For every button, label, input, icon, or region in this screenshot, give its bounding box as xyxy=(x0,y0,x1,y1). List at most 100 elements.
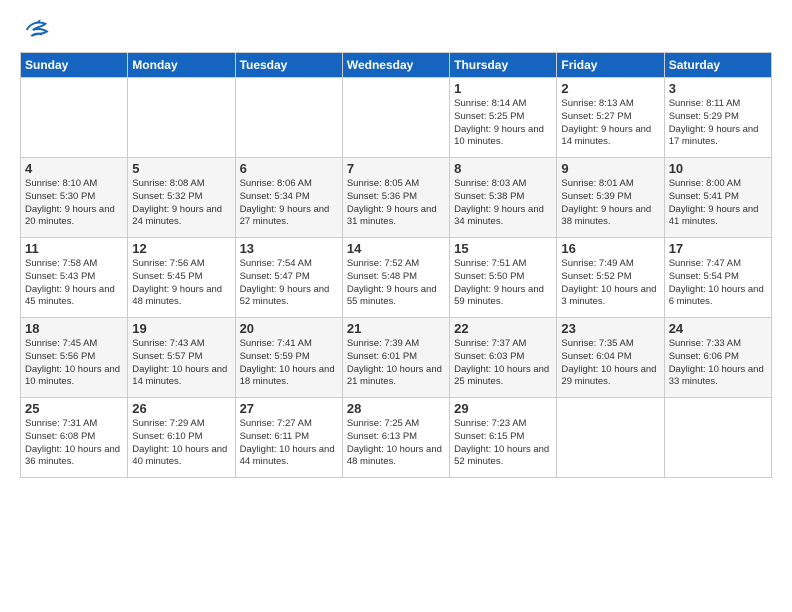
day-number: 23 xyxy=(561,321,659,336)
day-number: 18 xyxy=(25,321,123,336)
week-row-2: 4 Sunrise: 8:10 AM Sunset: 5:30 PM Daylig… xyxy=(21,158,772,238)
day-info: Sunrise: 7:58 AM Sunset: 5:43 PM Dayligh… xyxy=(25,258,123,309)
day-number: 24 xyxy=(669,321,767,336)
calendar-cell xyxy=(557,398,664,478)
day-info: Sunrise: 8:13 AM Sunset: 5:27 PM Dayligh… xyxy=(561,98,659,149)
day-number: 27 xyxy=(240,401,338,416)
day-number: 19 xyxy=(132,321,230,336)
calendar-cell: 4 Sunrise: 8:10 AM Sunset: 5:30 PM Daylig… xyxy=(21,158,128,238)
day-number: 21 xyxy=(347,321,445,336)
day-number: 11 xyxy=(25,241,123,256)
calendar-cell: 2 Sunrise: 8:13 AM Sunset: 5:27 PM Daylig… xyxy=(557,78,664,158)
day-info: Sunrise: 8:14 AM Sunset: 5:25 PM Dayligh… xyxy=(454,98,552,149)
calendar-cell: 26 Sunrise: 7:29 AM Sunset: 6:10 PM Dayli… xyxy=(128,398,235,478)
day-info: Sunrise: 7:33 AM Sunset: 6:06 PM Dayligh… xyxy=(669,338,767,389)
day-info: Sunrise: 8:03 AM Sunset: 5:38 PM Dayligh… xyxy=(454,178,552,229)
day-info: Sunrise: 7:45 AM Sunset: 5:56 PM Dayligh… xyxy=(25,338,123,389)
calendar-cell: 6 Sunrise: 8:06 AM Sunset: 5:34 PM Daylig… xyxy=(235,158,342,238)
calendar-header: SundayMondayTuesdayWednesdayThursdayFrid… xyxy=(21,53,772,78)
day-number: 10 xyxy=(669,161,767,176)
calendar-cell xyxy=(235,78,342,158)
day-number: 4 xyxy=(25,161,123,176)
calendar-table: SundayMondayTuesdayWednesdayThursdayFrid… xyxy=(20,52,772,478)
calendar-cell: 3Sunrise: 8:11 AM Sunset: 5:29 PM Daylig… xyxy=(664,78,771,158)
calendar-body: 1 Sunrise: 8:14 AM Sunset: 5:25 PM Daylig… xyxy=(21,78,772,478)
day-number: 8 xyxy=(454,161,552,176)
day-info: Sunrise: 7:54 AM Sunset: 5:47 PM Dayligh… xyxy=(240,258,338,309)
day-info: Sunrise: 7:29 AM Sunset: 6:10 PM Dayligh… xyxy=(132,418,230,469)
day-number: 22 xyxy=(454,321,552,336)
day-number: 14 xyxy=(347,241,445,256)
day-info: Sunrise: 8:06 AM Sunset: 5:34 PM Dayligh… xyxy=(240,178,338,229)
week-row-4: 18 Sunrise: 7:45 AM Sunset: 5:56 PM Dayli… xyxy=(21,318,772,398)
day-number: 5 xyxy=(132,161,230,176)
day-number: 7 xyxy=(347,161,445,176)
day-info: Sunrise: 8:11 AM Sunset: 5:29 PM Dayligh… xyxy=(669,98,767,149)
day-info: Sunrise: 7:51 AM Sunset: 5:50 PM Dayligh… xyxy=(454,258,552,309)
calendar-cell: 27 Sunrise: 7:27 AM Sunset: 6:11 PM Dayli… xyxy=(235,398,342,478)
calendar-cell: 18 Sunrise: 7:45 AM Sunset: 5:56 PM Dayli… xyxy=(21,318,128,398)
day-number: 25 xyxy=(25,401,123,416)
calendar-cell: 9 Sunrise: 8:01 AM Sunset: 5:39 PM Daylig… xyxy=(557,158,664,238)
calendar-cell: 7 Sunrise: 8:05 AM Sunset: 5:36 PM Daylig… xyxy=(342,158,449,238)
calendar-cell xyxy=(664,398,771,478)
calendar-cell: 5 Sunrise: 8:08 AM Sunset: 5:32 PM Daylig… xyxy=(128,158,235,238)
day-info: Sunrise: 7:35 AM Sunset: 6:04 PM Dayligh… xyxy=(561,338,659,389)
day-number: 13 xyxy=(240,241,338,256)
day-number: 15 xyxy=(454,241,552,256)
day-number: 26 xyxy=(132,401,230,416)
calendar-cell: 22 Sunrise: 7:37 AM Sunset: 6:03 PM Dayli… xyxy=(450,318,557,398)
day-info: Sunrise: 7:27 AM Sunset: 6:11 PM Dayligh… xyxy=(240,418,338,469)
calendar-cell xyxy=(342,78,449,158)
day-number: 29 xyxy=(454,401,552,416)
calendar-cell: 20Sunrise: 7:41 AM Sunset: 5:59 PM Dayli… xyxy=(235,318,342,398)
day-info: Sunrise: 7:39 AM Sunset: 6:01 PM Dayligh… xyxy=(347,338,445,389)
day-number: 2 xyxy=(561,81,659,96)
day-header-sunday: Sunday xyxy=(21,53,128,78)
day-info: Sunrise: 7:52 AM Sunset: 5:48 PM Dayligh… xyxy=(347,258,445,309)
day-info: Sunrise: 7:25 AM Sunset: 6:13 PM Dayligh… xyxy=(347,418,445,469)
day-number: 1 xyxy=(454,81,552,96)
day-header-monday: Monday xyxy=(128,53,235,78)
day-number: 12 xyxy=(132,241,230,256)
day-number: 9 xyxy=(561,161,659,176)
calendar-cell: 25 Sunrise: 7:31 AM Sunset: 6:08 PM Dayli… xyxy=(21,398,128,478)
day-header-saturday: Saturday xyxy=(664,53,771,78)
calendar-cell: 29Sunrise: 7:23 AM Sunset: 6:15 PM Dayli… xyxy=(450,398,557,478)
day-number: 16 xyxy=(561,241,659,256)
calendar-cell: 23 Sunrise: 7:35 AM Sunset: 6:04 PM Dayli… xyxy=(557,318,664,398)
day-header-tuesday: Tuesday xyxy=(235,53,342,78)
calendar-cell: 28 Sunrise: 7:25 AM Sunset: 6:13 PM Dayli… xyxy=(342,398,449,478)
calendar-cell: 14 Sunrise: 7:52 AM Sunset: 5:48 PM Dayli… xyxy=(342,238,449,318)
calendar-cell: 15 Sunrise: 7:51 AM Sunset: 5:50 PM Dayli… xyxy=(450,238,557,318)
calendar-cell: 1 Sunrise: 8:14 AM Sunset: 5:25 PM Daylig… xyxy=(450,78,557,158)
day-number: 28 xyxy=(347,401,445,416)
day-info: Sunrise: 8:01 AM Sunset: 5:39 PM Dayligh… xyxy=(561,178,659,229)
day-header-thursday: Thursday xyxy=(450,53,557,78)
calendar-cell: 19 Sunrise: 7:43 AM Sunset: 5:57 PM Dayli… xyxy=(128,318,235,398)
day-info: Sunrise: 8:10 AM Sunset: 5:30 PM Dayligh… xyxy=(25,178,123,229)
calendar-cell: 10 Sunrise: 8:00 AM Sunset: 5:41 PM Dayli… xyxy=(664,158,771,238)
day-header-wednesday: Wednesday xyxy=(342,53,449,78)
calendar-cell: 11 Sunrise: 7:58 AM Sunset: 5:43 PM Dayli… xyxy=(21,238,128,318)
day-info: Sunrise: 7:31 AM Sunset: 6:08 PM Dayligh… xyxy=(25,418,123,469)
calendar-cell: 16 Sunrise: 7:49 AM Sunset: 5:52 PM Dayli… xyxy=(557,238,664,318)
day-header-friday: Friday xyxy=(557,53,664,78)
day-info: Sunrise: 7:49 AM Sunset: 5:52 PM Dayligh… xyxy=(561,258,659,309)
calendar-cell: 12Sunrise: 7:56 AM Sunset: 5:45 PM Dayli… xyxy=(128,238,235,318)
day-info: Sunrise: 8:05 AM Sunset: 5:36 PM Dayligh… xyxy=(347,178,445,229)
day-info: Sunrise: 8:00 AM Sunset: 5:41 PM Dayligh… xyxy=(669,178,767,229)
day-info: Sunrise: 7:37 AM Sunset: 6:03 PM Dayligh… xyxy=(454,338,552,389)
calendar-cell: 17 Sunrise: 7:47 AM Sunset: 5:54 PM Dayli… xyxy=(664,238,771,318)
calendar-cell: 21 Sunrise: 7:39 AM Sunset: 6:01 PM Dayli… xyxy=(342,318,449,398)
day-number: 6 xyxy=(240,161,338,176)
week-row-3: 11 Sunrise: 7:58 AM Sunset: 5:43 PM Dayli… xyxy=(21,238,772,318)
calendar-cell: 8 Sunrise: 8:03 AM Sunset: 5:38 PM Daylig… xyxy=(450,158,557,238)
day-info: Sunrise: 7:47 AM Sunset: 5:54 PM Dayligh… xyxy=(669,258,767,309)
day-info: Sunrise: 8:08 AM Sunset: 5:32 PM Dayligh… xyxy=(132,178,230,229)
calendar-cell xyxy=(21,78,128,158)
day-info: Sunrise: 7:43 AM Sunset: 5:57 PM Dayligh… xyxy=(132,338,230,389)
day-info: Sunrise: 7:41 AM Sunset: 5:59 PM Dayligh… xyxy=(240,338,338,389)
day-number: 17 xyxy=(669,241,767,256)
logo xyxy=(20,16,56,44)
